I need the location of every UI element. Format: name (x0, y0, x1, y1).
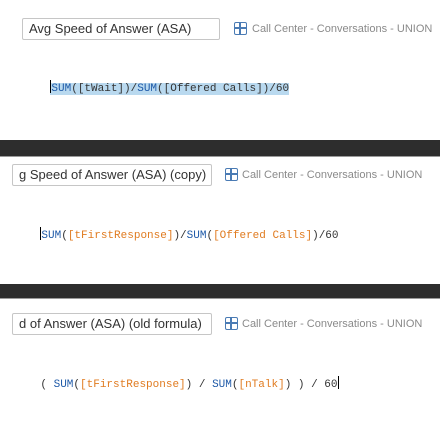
formula-token: [nTalk] (238, 379, 285, 391)
formula-editor[interactable]: ( SUM([tFirstResponse]) / SUM([nTalk]) )… (14, 362, 339, 406)
formula-token: ([Offered Calls])/60 (157, 83, 290, 95)
formula-token: SUM (212, 379, 232, 391)
datasource-grid-icon (225, 317, 238, 330)
formula-token: ( (40, 379, 54, 391)
formula-selection: SUM([tWait])/SUM([Offered Calls])/60 (50, 80, 290, 95)
formula-token: ( (61, 230, 68, 242)
formula-token: SUM (137, 83, 158, 95)
datasource-label: Call Center - Conversations - UNION (252, 23, 433, 35)
formula-token: [tFirstResponse] (80, 379, 186, 391)
formula-token: ) ) / 60 (284, 379, 338, 391)
formula-token: ([tWait])/ (71, 83, 138, 95)
formula-editor[interactable]: SUM([tWait])/SUM([Offered Calls])/60 (24, 66, 290, 110)
calc-editor-panel-1: Avg Speed of Answer (ASA) Call Center - … (0, 0, 440, 140)
text-caret (337, 376, 339, 389)
formula-token: [Offered Calls] (213, 230, 313, 242)
calc-name-field[interactable]: Avg Speed of Answer (ASA) (22, 18, 220, 40)
datasource-label: Call Center - Conversations - UNION (242, 169, 423, 181)
formula-token: SUM (53, 379, 74, 391)
formula-token: )/ (173, 230, 187, 242)
panel-separator (0, 140, 440, 156)
datasource-label: Call Center - Conversations - UNION (242, 318, 423, 330)
formula-token: SUM (51, 83, 72, 95)
datasource-grid-icon (234, 22, 247, 35)
formula-token: )/60 (312, 230, 339, 242)
calc-editor-panel-3: d of Answer (ASA) (old formula) Call Cen… (0, 299, 440, 444)
datasource-grid-icon (225, 168, 238, 181)
panel-separator (0, 284, 440, 298)
formula-token: [tFirstResponse] (67, 230, 174, 242)
calc-name-field[interactable]: g Speed of Answer (ASA) (copy) (12, 164, 212, 186)
calc-editor-panel-2: g Speed of Answer (ASA) (copy) Call Cent… (0, 157, 440, 284)
formula-token: SUM (186, 230, 207, 242)
formula-token: ) / (185, 379, 213, 391)
formula-token: SUM (41, 230, 62, 242)
formula-editor[interactable]: SUM([tFirstResponse])/SUM([Offered Calls… (14, 213, 339, 257)
calc-name-field[interactable]: d of Answer (ASA) (old formula) (12, 313, 212, 335)
